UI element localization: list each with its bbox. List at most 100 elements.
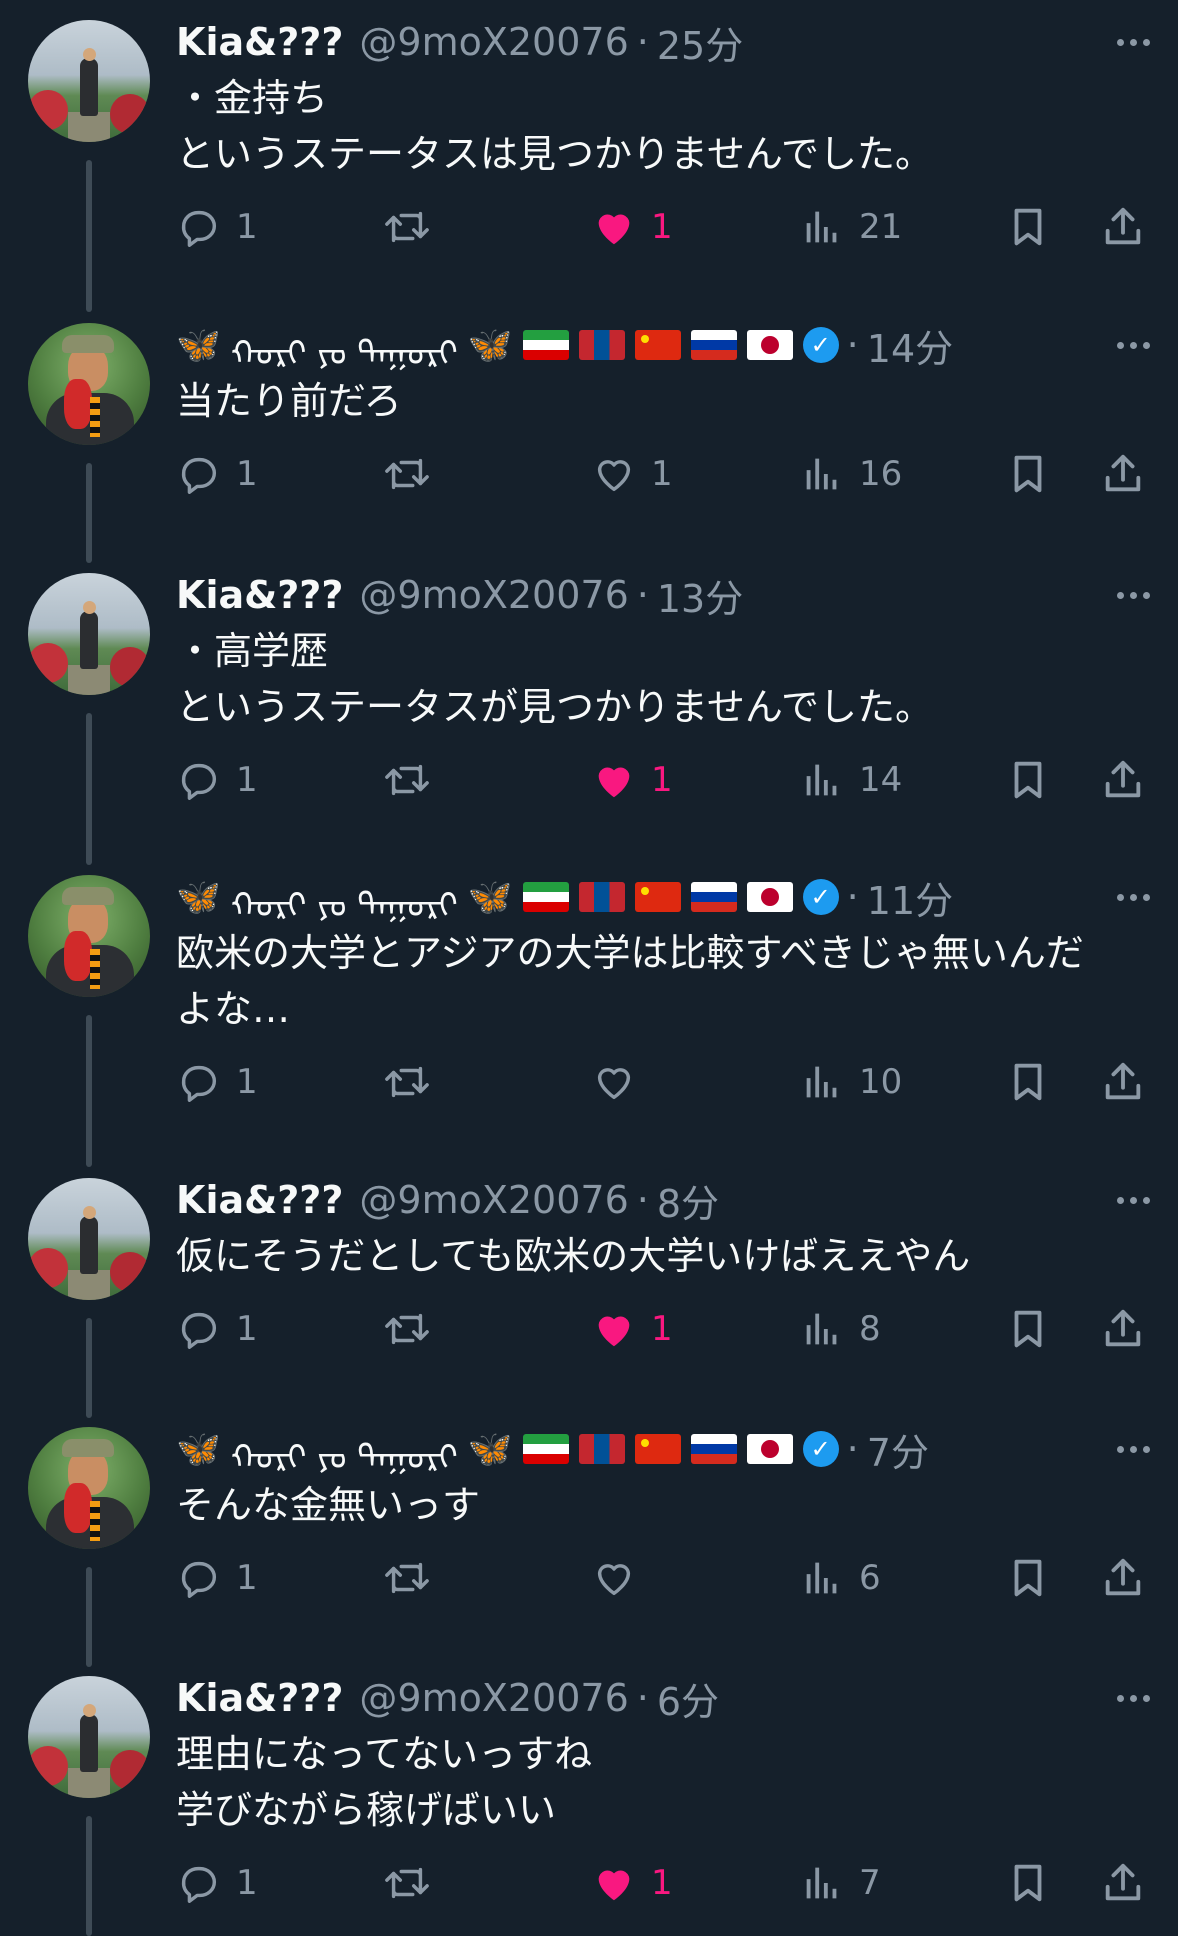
views-icon [806, 211, 837, 243]
like-button[interactable]: 1 [591, 1294, 673, 1364]
views-button[interactable]: 7 [799, 1848, 881, 1918]
reply-button[interactable]: 1 [176, 439, 258, 509]
retweet-button[interactable] [381, 745, 433, 815]
thread-line [86, 463, 92, 563]
share-button[interactable] [1100, 1047, 1146, 1117]
bookmark-button[interactable] [1005, 439, 1051, 509]
views-button[interactable]: 21 [799, 192, 902, 262]
more-icon[interactable] [1117, 567, 1150, 623]
verified-badge-icon: ✓ [802, 327, 839, 363]
action-bar: 1 1 16 [176, 439, 1178, 509]
timestamp[interactable]: 8分 [657, 1173, 719, 1228]
handle[interactable]: @9moX20076 [359, 1178, 628, 1222]
tweet-text: 欧米の大学とアジアの大学は比較すべきじゃ無いんだ よな… [176, 931, 1084, 1031]
bookmark-button[interactable] [1005, 1543, 1051, 1613]
like-button[interactable]: 1 [591, 192, 673, 262]
retweet-button[interactable] [381, 1047, 433, 1117]
handle[interactable]: @9moX20076 [359, 1676, 628, 1720]
display-name[interactable]: 🦋 ᠬᠣᠷᠢ ᠶᠣ ᠲᠠᠭᠤᠷᠢ 🦋 ✓ [176, 1419, 839, 1479]
views-button[interactable]: 6 [799, 1543, 881, 1613]
display-name[interactable]: 🦋 ᠬᠣᠷᠢ ᠶᠣ ᠲᠠᠭᠤᠷᠢ 🦋 ✓ [176, 315, 839, 375]
avatar[interactable] [28, 323, 150, 445]
views-count: 6 [859, 1558, 881, 1598]
avatar[interactable] [28, 875, 150, 997]
reply-button[interactable]: 1 [176, 1294, 258, 1364]
bookmark-button[interactable] [1005, 745, 1051, 815]
like-button[interactable] [591, 1543, 651, 1613]
bookmark-button[interactable] [1005, 192, 1051, 262]
display-name[interactable]: 🦋 ᠬᠣᠷᠢ ᠶᠣ ᠲᠠᠭᠤᠷᠢ 🦋 ✓ [176, 867, 839, 927]
retweet-button[interactable] [381, 439, 433, 509]
reply-button[interactable]: 1 [176, 192, 258, 262]
share-button[interactable] [1100, 439, 1146, 509]
more-icon[interactable] [1117, 1421, 1150, 1477]
timestamp[interactable]: 6分 [657, 1671, 719, 1726]
retweet-button[interactable] [381, 192, 433, 262]
display-name[interactable]: Kia&??? [176, 573, 343, 617]
share-button[interactable] [1100, 1848, 1146, 1918]
bookmark-button[interactable] [1005, 1047, 1051, 1117]
reply-button[interactable]: 1 [176, 1047, 258, 1117]
retweet-button[interactable] [381, 1848, 433, 1918]
retweet-button[interactable] [381, 1543, 433, 1613]
japan-flag-icon [746, 882, 793, 912]
action-bar: 1 1 7 [176, 1848, 1178, 1918]
display-name-script: ᠬᠣᠷᠢ ᠶᠣ ᠲᠠᠭᠤᠷᠢ [230, 334, 459, 374]
handle[interactable]: @9moX20076 [359, 573, 628, 617]
avatar[interactable] [28, 1178, 150, 1300]
bookmark-icon [1014, 208, 1042, 246]
bookmark-icon [1014, 1559, 1042, 1597]
share-button[interactable] [1100, 745, 1146, 815]
avatar[interactable] [28, 573, 150, 695]
timestamp[interactable]: 14分 [867, 318, 953, 373]
bookmark-icon [1014, 1864, 1042, 1902]
like-count: 1 [651, 760, 673, 800]
share-button[interactable] [1100, 1543, 1146, 1613]
retweet-icon [385, 1066, 429, 1098]
views-button[interactable]: 14 [799, 745, 902, 815]
more-icon[interactable] [1117, 1670, 1150, 1726]
retweet-icon [385, 1313, 429, 1345]
retweet-button[interactable] [381, 1294, 433, 1364]
action-bar: 1 1 8 [176, 1294, 1178, 1364]
timestamp[interactable]: 11分 [867, 870, 953, 925]
like-count: 1 [651, 454, 673, 494]
thread-line [86, 160, 92, 312]
views-button[interactable]: 8 [799, 1294, 881, 1364]
china-flag-icon [634, 330, 681, 360]
more-icon[interactable] [1117, 317, 1150, 373]
timestamp[interactable]: 7分 [867, 1422, 929, 1477]
like-button[interactable] [591, 1047, 651, 1117]
handle[interactable]: @9moX20076 [359, 20, 628, 64]
like-button[interactable]: 1 [591, 745, 673, 815]
views-button[interactable]: 16 [799, 439, 902, 509]
share-button[interactable] [1100, 1294, 1146, 1364]
like-button[interactable]: 1 [591, 439, 673, 509]
views-button[interactable]: 10 [799, 1047, 902, 1117]
action-bar: 1 10 [176, 1047, 1178, 1117]
avatar[interactable] [28, 20, 150, 142]
like-button[interactable]: 1 [591, 1848, 673, 1918]
display-name[interactable]: Kia&??? [176, 1178, 343, 1222]
reply-button[interactable]: 1 [176, 745, 258, 815]
reply-button[interactable]: 1 [176, 1848, 258, 1918]
reply-button[interactable]: 1 [176, 1543, 258, 1613]
display-name[interactable]: Kia&??? [176, 1676, 343, 1720]
timestamp[interactable]: 25分 [657, 15, 743, 70]
more-icon[interactable] [1117, 869, 1150, 925]
timestamp[interactable]: 13分 [657, 568, 743, 623]
display-name[interactable]: Kia&??? [176, 20, 343, 64]
more-icon[interactable] [1117, 14, 1150, 70]
reply-icon [181, 763, 216, 800]
share-button[interactable] [1100, 192, 1146, 262]
avatar[interactable] [28, 1427, 150, 1549]
avatar[interactable] [28, 1676, 150, 1798]
more-icon[interactable] [1117, 1172, 1150, 1228]
heart-icon [598, 214, 630, 245]
tweet-header: Kia&??? @9moX20076 · 25分 [176, 14, 1178, 70]
bookmark-button[interactable] [1005, 1294, 1051, 1364]
iran-flag-icon [522, 330, 569, 360]
iran-flag-icon [522, 1434, 569, 1464]
reply-count: 1 [236, 454, 258, 494]
bookmark-button[interactable] [1005, 1848, 1051, 1918]
